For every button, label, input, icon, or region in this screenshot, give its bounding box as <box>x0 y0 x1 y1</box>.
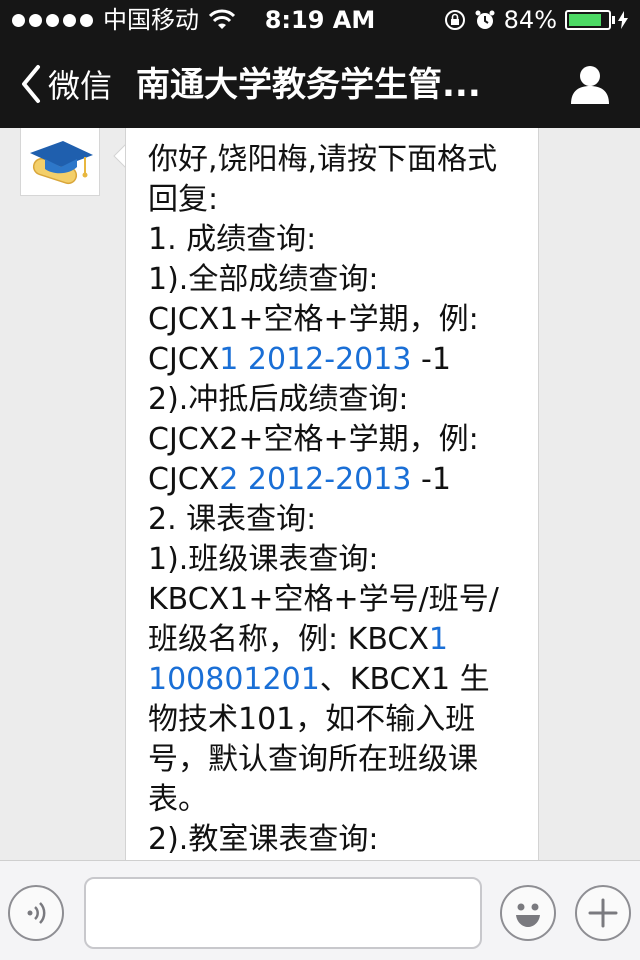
message-link[interactable]: 100801201 <box>148 662 320 697</box>
message-segment: -1 <box>411 342 451 377</box>
message-line: CJCX2 2012-2013 -1 <box>148 460 533 500</box>
message-segment: CJCX2+空格+学期，例: <box>148 422 479 457</box>
message-segment: 班级名称，例: KBCX <box>148 622 429 657</box>
status-right: 84% <box>444 0 628 40</box>
message-line: 2).教室课表查询: <box>148 820 533 860</box>
message-line: 回复: <box>148 180 533 220</box>
message-segment: 2. 课表查询: <box>148 502 317 537</box>
message-line: CJCX1 2012-2013 -1 <box>148 340 533 380</box>
nav-bar: 微信 南通大学教务学生管... <box>0 40 640 128</box>
message-segment: 表。 <box>148 782 208 817</box>
voice-icon <box>27 902 46 924</box>
message-segment: 物技术101，如不输入班 <box>148 702 476 737</box>
person-icon[interactable] <box>568 64 612 104</box>
back-button[interactable]: 微信 <box>20 60 112 108</box>
chat-area[interactable]: 你好,饶阳梅,请按下面格式 回复: 1. 成绩查询: 1).全部成绩查询: CJCX1+… <box>0 128 640 860</box>
graduation-cap-icon <box>30 140 93 184</box>
message-line: 1).班级课表查询: <box>148 540 533 580</box>
message-line: 1).全部成绩查询: <box>148 260 533 300</box>
plus-button[interactable] <box>575 885 631 941</box>
message-segment: -1 <box>411 462 451 497</box>
message-line: 100801201、KBCX1 生 <box>148 660 533 700</box>
message-line: 号，默认查询所在班级课 <box>148 740 533 780</box>
plus-icon <box>588 898 618 928</box>
message-line: 物技术101，如不输入班 <box>148 700 533 740</box>
message-link[interactable]: 1 <box>429 622 448 657</box>
emoji-button[interactable] <box>500 885 556 941</box>
chevron-left-icon <box>22 65 40 103</box>
message-line: CJCX2+空格+学期，例: <box>148 420 533 460</box>
emoji-icon <box>516 903 540 927</box>
back-label: 微信 <box>48 67 113 105</box>
message-line: CJCX1+空格+学期，例: <box>148 300 533 340</box>
message-segment: 号，默认查询所在班级课 <box>148 742 478 777</box>
message-line: 你好,饶阳梅,请按下面格式 <box>148 140 533 180</box>
message-segment: 回复: <box>148 182 219 217</box>
message-line: KBCX1+空格+学号/班号/ <box>148 580 533 620</box>
charging-bolt-icon <box>618 11 628 29</box>
message-segment: 1).班级课表查询: <box>148 542 379 577</box>
message-segment: KBCX1+空格+学号/班号/ <box>148 582 499 617</box>
message-segment: CJCX <box>148 462 220 497</box>
message-segment: 你好,饶阳梅,请按下面格式 <box>148 142 498 177</box>
status-bar: 中国移动 8:19 AM 84% <box>0 0 640 40</box>
battery-percent: 84% <box>503 6 557 34</box>
message-link[interactable]: 2 2012-2013 <box>219 462 411 497</box>
message-segment: CJCX <box>148 342 220 377</box>
message-input[interactable] <box>84 877 482 949</box>
message-segment: CJCX1+空格+学期，例: <box>148 302 479 337</box>
alarm-icon <box>475 10 495 29</box>
voice-button[interactable] <box>8 885 64 941</box>
page-title: 南通大学教务学生管... <box>136 65 481 105</box>
message-line: 表。 <box>148 780 533 820</box>
message-segment: 、KBCX1 生 <box>319 662 490 697</box>
message-line: 2).冲抵后成绩查询: <box>148 380 533 420</box>
message-segment: 1. 成绩查询: <box>148 222 317 257</box>
message-line: 班级名称，例: KBCX1 <box>148 620 533 660</box>
message-line: 2. 课表查询: <box>148 500 533 540</box>
app-header: 中国移动 8:19 AM 84% 微信 南通大学教务学生管... <box>0 0 640 128</box>
message-text: 你好,饶阳梅,请按下面格式 回复: 1. 成绩查询: 1).全部成绩查询: CJCX1+… <box>148 140 533 860</box>
message-segment: 2).教室课表查询: <box>148 822 379 857</box>
message-segment: 1).全部成绩查询: <box>148 262 379 297</box>
battery-icon <box>565 10 628 30</box>
message-line: 1. 成绩查询: <box>148 220 533 260</box>
sender-avatar[interactable] <box>20 128 100 196</box>
message-link[interactable]: 1 2012-2013 <box>219 342 411 377</box>
message-segment: 2).冲抵后成绩查询: <box>148 382 409 417</box>
rotation-lock-icon <box>444 10 465 30</box>
battery-fill <box>569 14 601 26</box>
input-bar <box>0 860 640 960</box>
